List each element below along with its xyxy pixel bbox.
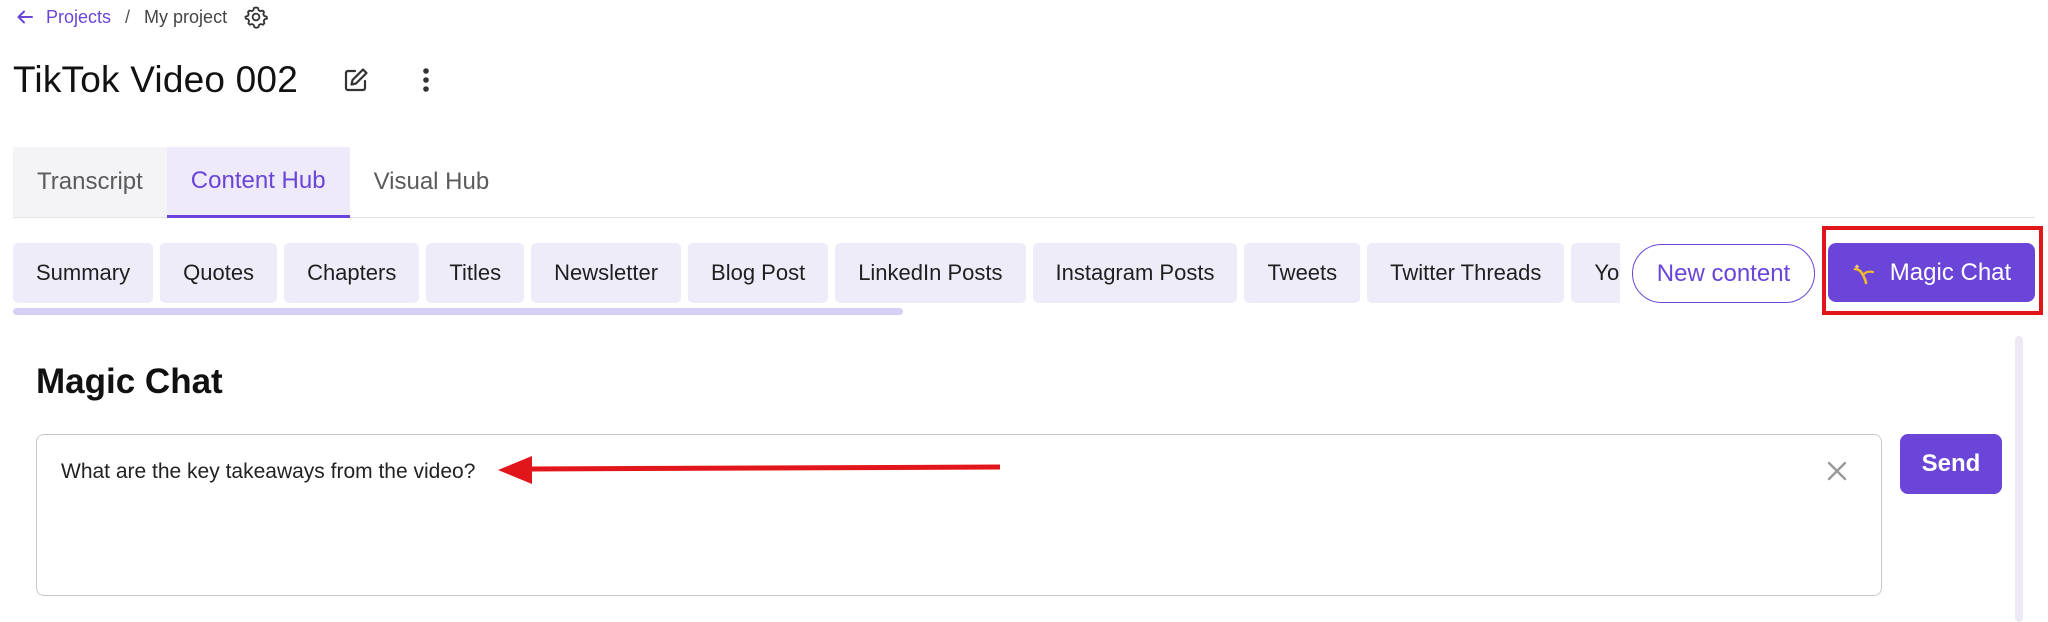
tab-transcript[interactable]: Transcript [13,147,167,217]
tab-content-hub[interactable]: Content Hub [166,147,350,218]
tab-bar: Transcript Content Hub Visual Hub [13,147,2035,218]
chip-titles[interactable]: Titles [426,243,525,303]
chip-twitter-threads[interactable]: Twitter Threads [1367,243,1565,303]
page-title: TikTok Video 002 [13,59,298,100]
more-vertical-icon[interactable] [402,56,450,104]
chip-strip-scrollbar[interactable] [13,308,903,315]
chip-quotes[interactable]: Quotes [160,243,278,303]
arrow-left-icon[interactable] [14,6,36,28]
breadcrumb-projects-link[interactable]: Projects [46,7,111,28]
new-content-button[interactable]: New content [1632,244,1815,303]
chip-summary[interactable]: Summary [13,243,154,303]
panel-scrollbar[interactable] [2015,336,2023,622]
magic-chat-heading: Magic Chat [36,362,223,401]
chip-newsletter[interactable]: Newsletter [531,243,682,303]
breadcrumb: Projects / My project [14,4,269,30]
edit-icon[interactable] [332,56,380,104]
chip-linkedin-posts[interactable]: LinkedIn Posts [835,243,1026,303]
magic-chat-label: Magic Chat [1889,258,2012,286]
chat-input-text: What are the key takeaways from the vide… [61,460,476,483]
content-type-strip: Summary Quotes Chapters Titles Newslette… [13,243,1620,315]
sparkle-icon [1852,260,1878,286]
send-button[interactable]: Send [1900,434,2002,494]
chip-instagram-posts[interactable]: Instagram Posts [1032,243,1238,303]
breadcrumb-current: My project [144,6,228,27]
chip-tweets[interactable]: Tweets [1244,243,1361,303]
breadcrumb-separator: / [125,6,131,27]
gear-icon[interactable] [243,4,269,30]
close-icon[interactable] [1817,451,1857,491]
annotation-arrow [498,456,1001,484]
chip-blog-post[interactable]: Blog Post [688,243,829,303]
chip-chapters[interactable]: Chapters [284,243,420,303]
chip-youtube[interactable]: YouTube [1571,243,1620,303]
title-row: TikTok Video 002 [13,52,450,108]
magic-chat-button[interactable]: Magic Chat [1828,243,2035,302]
tab-visual-hub[interactable]: Visual Hub [350,147,514,217]
